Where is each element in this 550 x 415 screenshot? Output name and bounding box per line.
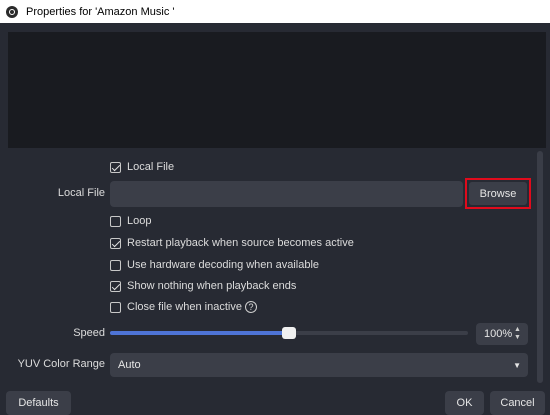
close-inactive-label: Close file when inactive bbox=[127, 301, 242, 313]
obs-icon bbox=[6, 5, 18, 18]
local-file-checkbox[interactable] bbox=[110, 161, 121, 173]
restart-option[interactable]: Restart playback when source becomes act… bbox=[110, 235, 354, 251]
source-preview bbox=[8, 32, 546, 148]
speed-slider-handle[interactable] bbox=[282, 327, 296, 339]
speed-slider[interactable] bbox=[110, 327, 468, 339]
browse-button[interactable]: Browse bbox=[469, 182, 527, 205]
speed-slider-fill bbox=[110, 331, 289, 335]
restart-checkbox[interactable] bbox=[110, 237, 121, 249]
yuv-select[interactable]: Auto ▼ bbox=[110, 353, 528, 377]
ok-label: OK bbox=[456, 397, 473, 409]
spin-arrows-icon[interactable]: ▲ ▼ bbox=[514, 326, 521, 342]
ok-button[interactable]: OK bbox=[445, 391, 484, 415]
hw-decoding-label: Use hardware decoding when available bbox=[127, 259, 320, 271]
loop-label: Loop bbox=[127, 215, 152, 227]
close-inactive-option[interactable]: Close file when inactive ? bbox=[110, 299, 257, 315]
restart-label: Restart playback when source becomes act… bbox=[127, 237, 354, 249]
cancel-button[interactable]: Cancel bbox=[490, 391, 545, 415]
spin-up-icon[interactable]: ▲ bbox=[514, 326, 521, 334]
speed-label: Speed bbox=[73, 327, 105, 339]
local-file-input[interactable] bbox=[110, 181, 463, 207]
hw-decoding-checkbox[interactable] bbox=[110, 259, 121, 271]
browse-label: Browse bbox=[479, 187, 517, 200]
scrollbar[interactable] bbox=[536, 151, 544, 383]
chevron-down-icon[interactable]: ▼ bbox=[513, 361, 521, 370]
local-file-label: Local File bbox=[57, 187, 105, 199]
browse-highlight: Browse bbox=[465, 178, 531, 209]
speed-value: 100% bbox=[484, 328, 513, 340]
show-nothing-label: Show nothing when playback ends bbox=[127, 280, 297, 292]
local-file-toggle-label: Local File bbox=[127, 161, 175, 173]
defaults-button[interactable]: Defaults bbox=[6, 391, 71, 415]
spin-down-icon[interactable]: ▼ bbox=[514, 334, 521, 342]
close-inactive-checkbox[interactable] bbox=[110, 301, 121, 313]
loop-checkbox[interactable] bbox=[110, 215, 121, 227]
loop-option[interactable]: Loop bbox=[110, 213, 151, 229]
window-title: Properties for 'Amazon Music ' bbox=[26, 5, 175, 18]
title-bar: Properties for 'Amazon Music ' bbox=[0, 0, 550, 23]
yuv-label: YUV Color Range bbox=[17, 358, 105, 370]
hw-decoding-option[interactable]: Use hardware decoding when available bbox=[110, 257, 319, 273]
defaults-label: Defaults bbox=[18, 397, 59, 409]
local-file-toggle[interactable]: Local File bbox=[110, 159, 174, 175]
show-nothing-checkbox[interactable] bbox=[110, 280, 121, 292]
show-nothing-option[interactable]: Show nothing when playback ends bbox=[110, 278, 296, 294]
speed-spinbox[interactable]: 100% ▲ ▼ bbox=[476, 323, 528, 345]
cancel-label: Cancel bbox=[500, 397, 535, 409]
yuv-value: Auto bbox=[118, 359, 141, 371]
help-circle-icon[interactable]: ? bbox=[244, 301, 257, 313]
scrollbar-thumb[interactable] bbox=[537, 151, 543, 383]
